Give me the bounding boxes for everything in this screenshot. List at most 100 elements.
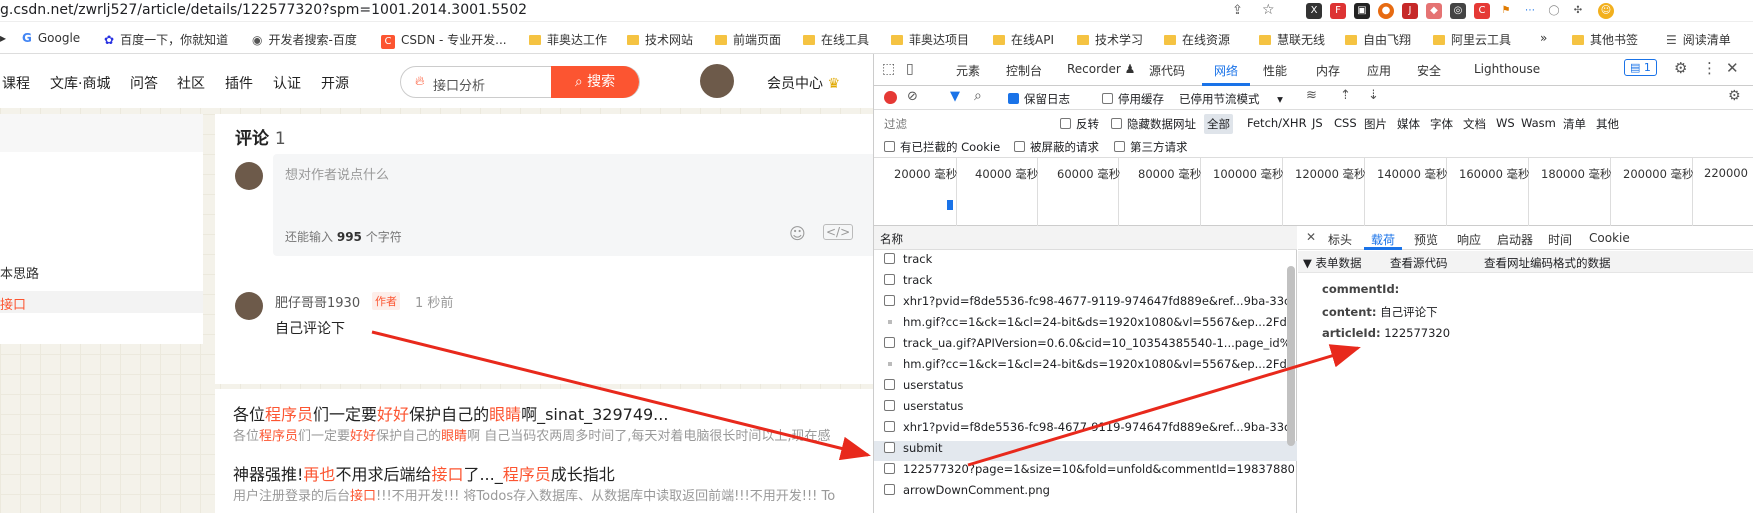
close-detail-icon[interactable]: ✕ <box>1306 230 1316 244</box>
request-row[interactable]: userstatus <box>884 399 1294 419</box>
nav-plugin[interactable]: 插件 <box>225 73 253 93</box>
bookmark-dev-search[interactable]: ◉ 开发者搜索-百度 <box>252 31 357 48</box>
wifi-icon[interactable]: ≋ <box>1306 88 1317 103</box>
bookmark-arrow-icon[interactable]: ▸ <box>0 31 6 45</box>
bookmark-folder-1[interactable]: 菲奥达工作 <box>529 31 607 48</box>
extension-firefox-icon[interactable]: ● <box>1378 3 1394 19</box>
request-row-selected[interactable]: submit <box>874 441 1297 461</box>
extension-flag-icon[interactable]: ⚑ <box>1498 3 1514 19</box>
bookmark-folder-10[interactable]: 自由飞翔 <box>1345 31 1411 48</box>
comment-user[interactable]: 肥仔哥哥1930 <box>275 292 360 311</box>
bookmark-other[interactable]: 其他书签 <box>1572 31 1638 48</box>
type-filter-manifest[interactable]: 清单 <box>1563 116 1586 132</box>
avatar[interactable] <box>700 64 734 98</box>
share-icon[interactable]: ⇪ <box>1232 3 1243 18</box>
bookmark-folder-9[interactable]: 慧联无线 <box>1259 31 1325 48</box>
profile-icon[interactable]: ☺ <box>1598 3 1614 19</box>
detail-tab-preview[interactable]: 预览 <box>1414 231 1438 248</box>
tab-application[interactable]: 应用 <box>1367 62 1391 79</box>
blocked-cookies-checkbox[interactable]: 有已拦截的 Cookie <box>884 139 1000 155</box>
type-filter-ws[interactable]: WS <box>1496 116 1515 130</box>
bookmark-google[interactable]: G Google <box>22 31 80 45</box>
import-icon[interactable]: ⇡ <box>1340 88 1351 103</box>
inspect-icon[interactable]: ⬚ <box>882 61 895 77</box>
detail-tab-payload[interactable]: 载荷 <box>1371 231 1395 248</box>
type-filter-other[interactable]: 其他 <box>1596 116 1619 132</box>
network-settings-icon[interactable]: ⚙ <box>1728 88 1741 104</box>
search-button[interactable]: ⌕ 搜索 <box>551 66 639 98</box>
extension-js-icon[interactable]: J <box>1402 3 1418 19</box>
form-data-header[interactable]: ▼ 表单数据 查看源代码 查看网址编码格式的数据 <box>1298 251 1753 273</box>
detail-tab-timing[interactable]: 时间 <box>1548 231 1572 248</box>
request-row[interactable]: 122577320?page=1&size=10&fold=unfold&com… <box>884 462 1294 482</box>
url-text[interactable]: g.csdn.net/zwrlj527/article/details/1225… <box>0 2 527 18</box>
filter-icon[interactable]: ▼ <box>950 89 960 104</box>
extension-circle-icon[interactable]: ◯ <box>1546 3 1562 19</box>
related-title-1[interactable]: 各位程序员们一定要好好保护自己的眼睛啊_sinat_329749... <box>233 401 668 425</box>
nav-library[interactable]: 文库·商城 <box>50 73 110 93</box>
type-filter-media[interactable]: 媒体 <box>1397 116 1420 132</box>
tab-lighthouse[interactable]: Lighthouse <box>1474 62 1540 76</box>
type-filter-doc[interactable]: 文档 <box>1463 116 1486 132</box>
bookmark-baidu[interactable]: ✿ 百度一下，你就知道 <box>104 31 228 48</box>
tab-sources[interactable]: 源代码 <box>1149 62 1185 79</box>
type-filter-all[interactable]: 全部 <box>1204 114 1233 134</box>
bookmark-folder-6[interactable]: 在线API <box>993 31 1054 48</box>
type-filter-css[interactable]: CSS <box>1334 116 1357 130</box>
nav-community[interactable]: 社区 <box>177 73 205 93</box>
view-encoded-link[interactable]: 查看网址编码格式的数据 <box>1484 255 1611 271</box>
toc-item-1[interactable]: 本思路 <box>0 263 39 282</box>
bookmark-folder-11[interactable]: 阿里云工具 <box>1433 31 1511 48</box>
code-icon[interactable]: </> <box>823 224 854 240</box>
bookmark-overflow[interactable]: » <box>1540 31 1547 45</box>
scrollbar[interactable] <box>1287 266 1295 446</box>
issues-badge[interactable]: ▤ 1 <box>1624 59 1657 76</box>
extension-puzzle-icon[interactable]: ◆ <box>1426 3 1442 19</box>
nav-course[interactable]: 课程 <box>2 73 30 93</box>
tab-performance[interactable]: 性能 <box>1263 62 1287 79</box>
search-icon[interactable]: ⌕ <box>974 88 982 104</box>
nav-qa[interactable]: 问答 <box>130 73 158 93</box>
bookmark-folder-3[interactable]: 前端页面 <box>715 31 781 48</box>
bookmark-csdn[interactable]: C CSDN - 专业开发... <box>381 31 507 49</box>
request-row[interactable]: xhr1?pvid=f8de5536-fc98-4677-9119-974647… <box>884 420 1294 440</box>
address-bar[interactable]: g.csdn.net/zwrlj527/article/details/1225… <box>0 0 1753 22</box>
request-row[interactable]: userstatus <box>884 378 1294 398</box>
detail-tab-initiator[interactable]: 启动器 <box>1497 231 1533 248</box>
nav-cert[interactable]: 认证 <box>273 73 301 93</box>
record-icon[interactable] <box>884 91 897 104</box>
preserve-log-checkbox[interactable]: 保留日志 <box>1008 91 1070 107</box>
request-row[interactable]: track_ua.gif?APIVersion=0.6.0&cid=10_103… <box>884 336 1294 356</box>
clear-icon[interactable]: ⊘ <box>907 89 918 104</box>
extension-c-icon[interactable]: C <box>1474 3 1490 19</box>
bookmark-folder-2[interactable]: 技术网站 <box>627 31 693 48</box>
detail-tab-cookie[interactable]: Cookie <box>1589 231 1630 245</box>
timeline-overview[interactable]: 20000 毫秒 40000 毫秒 60000 毫秒 80000 毫秒 1000… <box>874 158 1753 226</box>
tab-elements[interactable]: 元素 <box>956 62 980 79</box>
throttle-select[interactable]: 已停用节流模式 ▾ <box>1179 91 1283 107</box>
extension-dots-icon[interactable]: ⋯ <box>1522 3 1538 19</box>
bookmark-folder-4[interactable]: 在线工具 <box>803 31 869 48</box>
request-row[interactable]: track <box>884 273 1294 293</box>
name-column-header[interactable]: 名称 <box>874 226 1297 250</box>
more-menu-icon[interactable]: ⋮ <box>1702 59 1717 77</box>
extension-fe-icon[interactable]: F <box>1330 3 1346 19</box>
request-row[interactable]: arrowDownComment.png <box>884 483 1294 503</box>
device-toolbar-icon[interactable]: ▯ <box>906 61 914 77</box>
bookmark-reading-list[interactable]: ☰ 阅读清单 <box>1666 31 1731 48</box>
view-source-link[interactable]: 查看源代码 <box>1390 255 1448 271</box>
third-party-checkbox[interactable]: 第三方请求 <box>1114 139 1188 155</box>
request-row[interactable]: track <box>884 252 1294 272</box>
tab-console[interactable]: 控制台 <box>1006 62 1042 79</box>
bookmark-folder-5[interactable]: 菲奥达项目 <box>891 31 969 48</box>
nav-opensource[interactable]: 开源 <box>321 73 349 93</box>
tab-memory[interactable]: 内存 <box>1316 62 1340 79</box>
comment-input[interactable]: 想对作者说点什么 还能输入 995 个字符 ☺ </> <box>273 154 873 256</box>
emoji-icon[interactable]: ☺ <box>789 224 806 243</box>
tab-network[interactable]: 网络 <box>1214 62 1238 79</box>
type-filter-wasm[interactable]: Wasm <box>1521 116 1556 130</box>
filter-input[interactable]: 过滤 <box>884 116 907 132</box>
star-icon[interactable]: ☆ <box>1262 2 1275 18</box>
request-row[interactable]: hm.gif?cc=1&ck=1&cl=24-bit&ds=1920x1080&… <box>884 357 1294 377</box>
member-center-link[interactable]: 会员中心 ♛ <box>767 73 840 93</box>
